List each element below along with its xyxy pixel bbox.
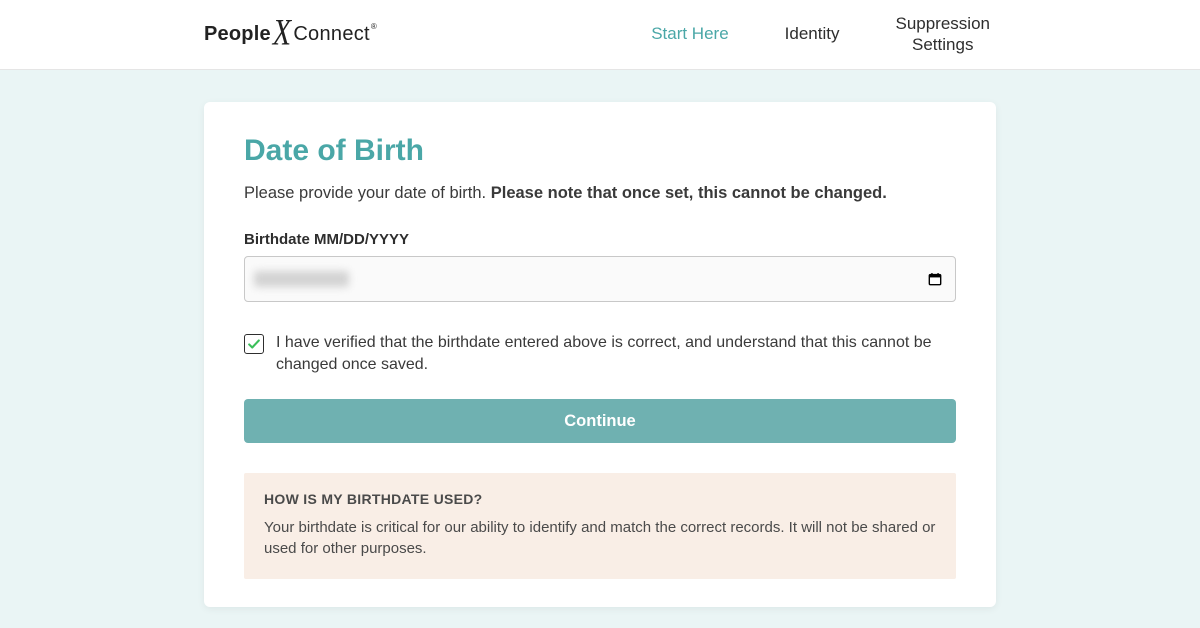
header: People X Connect ® Start Here Identity S…: [0, 0, 1200, 70]
verify-checkbox[interactable]: [244, 334, 264, 354]
instruction-prefix: Please provide your date of birth.: [244, 184, 491, 202]
logo[interactable]: People X Connect ®: [204, 20, 376, 50]
verify-text: I have verified that the birthdate enter…: [276, 332, 956, 375]
logo-trademark: ®: [371, 22, 377, 31]
checkmark-icon: [247, 337, 261, 351]
page-title: Date of Birth: [244, 134, 956, 168]
dob-card: Date of Birth Please provide your date o…: [204, 102, 996, 607]
birthdate-input[interactable]: [244, 256, 956, 302]
logo-part2: Connect: [293, 23, 370, 46]
info-title: HOW IS MY BIRTHDATE USED?: [264, 491, 936, 507]
birthdate-label: Birthdate MM/DD/YYYY: [244, 231, 956, 248]
nav-start-here[interactable]: Start Here: [651, 24, 728, 44]
birthdate-field-wrap: [244, 256, 956, 302]
nav: Start Here Identity Suppression Settings: [651, 14, 1140, 55]
info-text: Your birthdate is critical for our abili…: [264, 517, 936, 559]
nav-suppression-settings[interactable]: Suppression Settings: [895, 14, 990, 55]
continue-button[interactable]: Continue: [244, 399, 956, 443]
verify-row: I have verified that the birthdate enter…: [244, 332, 956, 375]
instruction-text: Please provide your date of birth. Pleas…: [244, 184, 956, 203]
logo-separator: X: [271, 14, 294, 52]
nav-identity[interactable]: Identity: [785, 24, 840, 44]
logo-part1: People: [204, 23, 271, 46]
info-box: HOW IS MY BIRTHDATE USED? Your birthdate…: [244, 473, 956, 579]
instruction-strong: Please note that once set, this cannot b…: [491, 184, 887, 202]
calendar-icon[interactable]: [928, 272, 942, 286]
